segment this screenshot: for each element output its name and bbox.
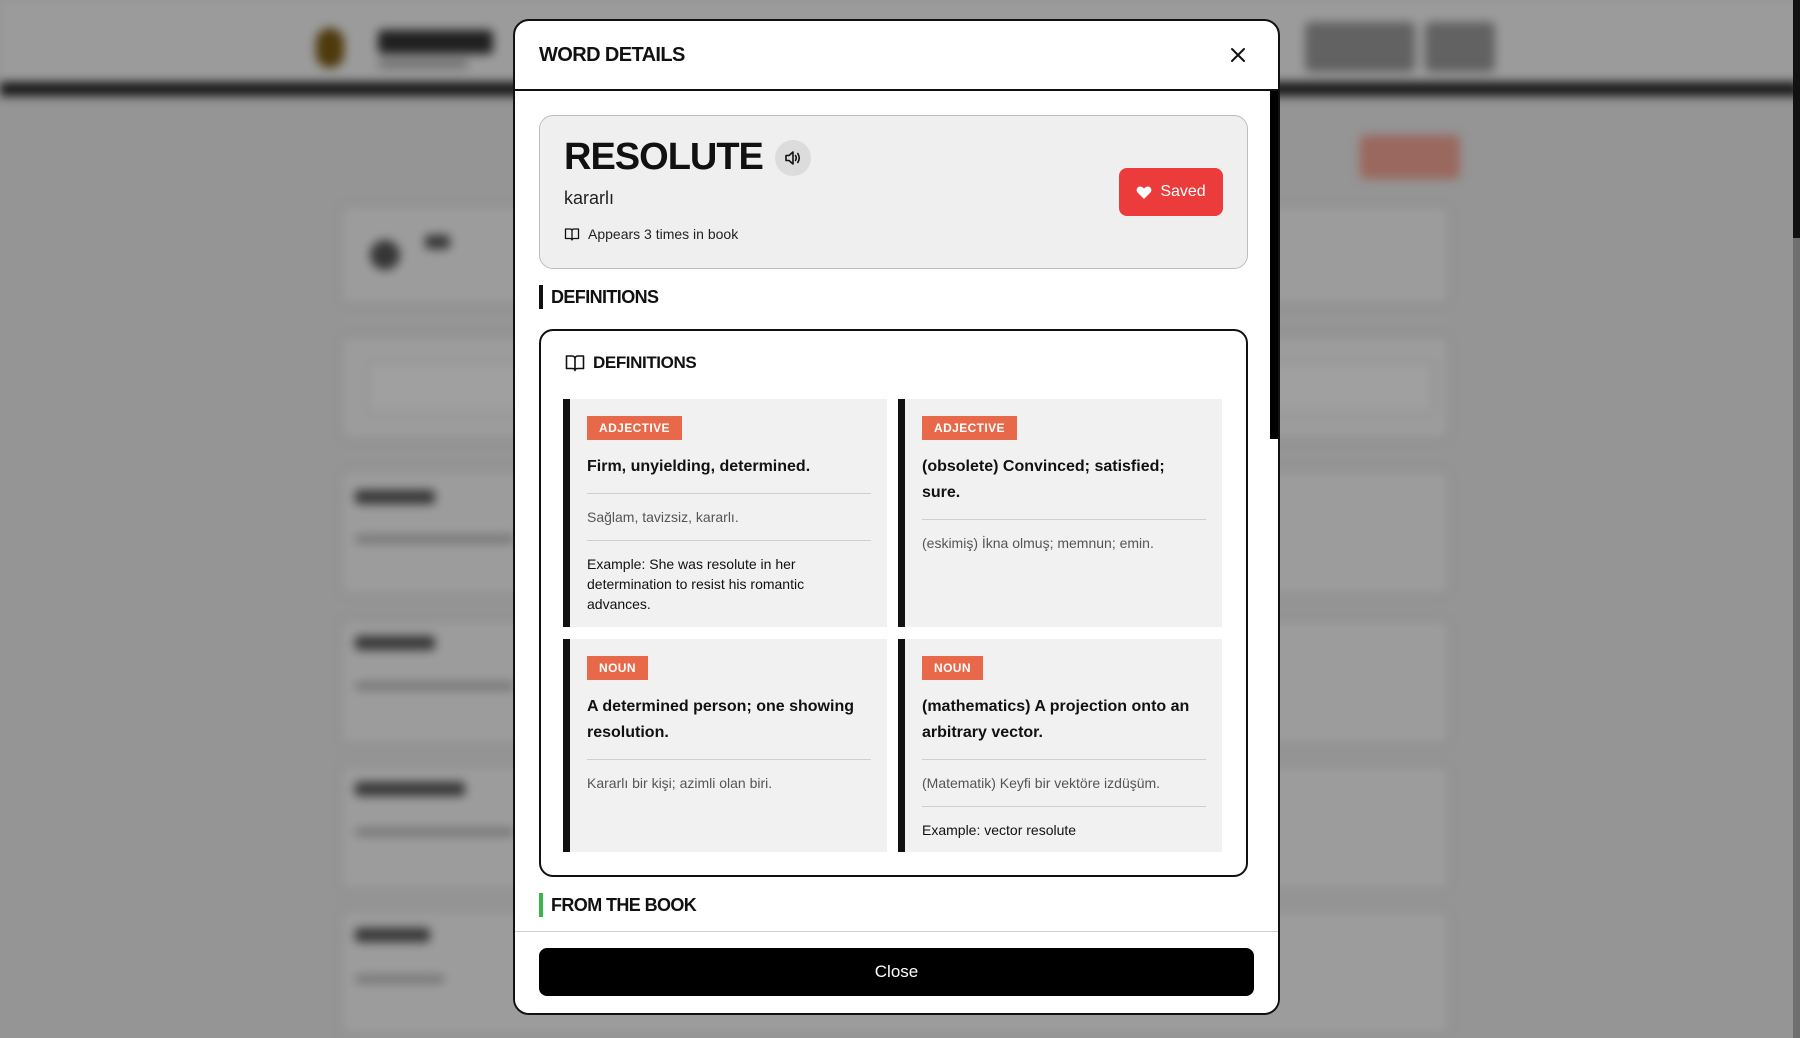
definition-example: Example: She was resolute in her determi… (587, 554, 871, 614)
close-modal-button[interactable] (1222, 39, 1254, 71)
close-button[interactable]: Close (539, 948, 1254, 996)
part-of-speech-badge: ADJECTIVE (922, 416, 1017, 440)
appearance-count: Appears 3 times in book (564, 226, 738, 242)
appears-text: Appears 3 times in book (588, 226, 739, 242)
definition-english: (mathematics) A projection onto an arbit… (922, 694, 1206, 760)
part-of-speech-badge: ADJECTIVE (587, 416, 682, 440)
example-text: vector resolute (984, 822, 1077, 838)
definition-english: Firm, unyielding, determined. (587, 454, 871, 494)
example-label: Example: (587, 556, 646, 572)
part-of-speech-badge: NOUN (587, 656, 648, 680)
page-scrollbar-thumb[interactable] (1793, 0, 1800, 238)
example-label: Example: (922, 822, 981, 838)
definitions-heading: DEFINITIONS (539, 285, 659, 309)
book-open-icon (565, 355, 585, 372)
word-term: RESOLUTE (564, 136, 764, 178)
definition-card: ADJECTIVE (obsolete) Convinced; satisfie… (898, 399, 1222, 627)
pronounce-button[interactable] (774, 139, 811, 176)
word-translation: kararlı (564, 188, 615, 208)
word-details-modal: WORD DETAILS RESOLUTE kararlı Appears 3 … (513, 19, 1280, 1015)
part-of-speech-badge: NOUN (922, 656, 983, 680)
close-icon (1231, 48, 1245, 62)
definition-turkish: Sağlam, tavizsiz, kararlı. (587, 507, 871, 541)
section-accent-bar (539, 893, 543, 917)
definition-card: NOUN A determined person; one showing re… (563, 639, 887, 852)
modal-body[interactable]: RESOLUTE kararlı Appears 3 times in book (515, 91, 1278, 933)
definition-turkish: (Matematik) Keyfi bir vektöre izdüşüm. (922, 773, 1206, 807)
heart-icon (1136, 185, 1152, 199)
from-book-heading: FROM THE BOOK (539, 893, 697, 917)
definition-english: A determined person; one showing resolut… (587, 694, 871, 760)
speaker-icon (785, 150, 800, 165)
definitions-heading-text: DEFINITIONS (551, 286, 659, 307)
definition-english: (obsolete) Convinced; satisfied; sure. (922, 454, 1206, 520)
section-accent-bar (539, 285, 543, 309)
definition-turkish: Kararlı bir kişi; azimli olan biri. (587, 775, 773, 791)
definitions-box: DEFINITIONS ADJECTIVE Firm, unyielding, … (539, 329, 1248, 877)
saved-label: Saved (1160, 183, 1206, 200)
modal-header: WORD DETAILS (515, 21, 1278, 91)
definition-example: Example: vector resolute (922, 820, 1206, 840)
word-card: RESOLUTE kararlı Appears 3 times in book (539, 115, 1248, 269)
from-book-heading-text: FROM THE BOOK (551, 894, 697, 915)
definition-card: ADJECTIVE Firm, unyielding, determined. … (563, 399, 887, 627)
saved-button[interactable]: Saved (1119, 168, 1223, 216)
book-open-icon (564, 228, 580, 241)
definitions-box-title: DEFINITIONS (565, 353, 697, 373)
modal-scrollbar[interactable] (1270, 91, 1278, 439)
definition-card: NOUN (mathematics) A projection onto an … (898, 639, 1222, 852)
definition-turkish: (eskimiş) İkna olmuş; memnun; emin. (922, 535, 1154, 551)
modal-title: WORD DETAILS (539, 44, 685, 66)
modal-footer: Close (515, 931, 1278, 1013)
definitions-box-title-text: DEFINITIONS (593, 353, 697, 372)
